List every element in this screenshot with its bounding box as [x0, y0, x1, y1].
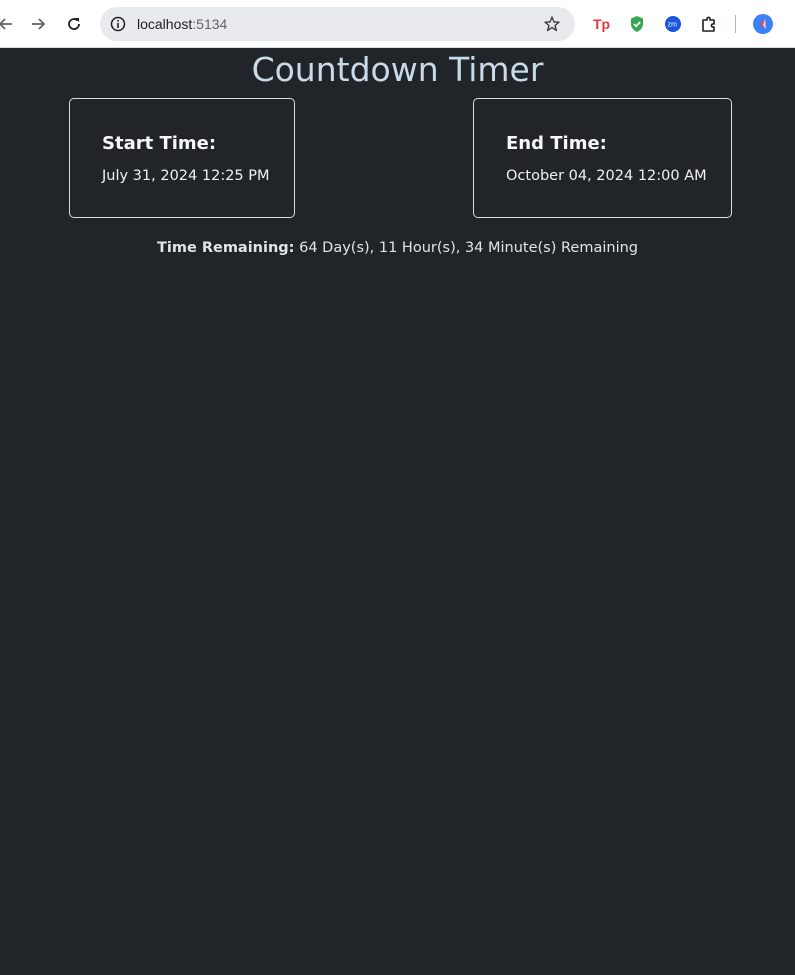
time-remaining-value: 64 Day(s), 11 Hour(s), 34 Minute(s) Rema… [294, 240, 639, 256]
end-time-card: End Time: October 04, 2024 12:00 AM [473, 98, 732, 218]
arrow-right-icon [32, 18, 46, 30]
reload-button[interactable] [62, 12, 86, 36]
bookmark-star-icon[interactable] [543, 15, 561, 33]
toolbar-divider [735, 15, 736, 33]
svg-text:Tp: Tp [593, 16, 610, 32]
profile-icon[interactable] [751, 12, 775, 36]
url-text[interactable]: localhost:5134 [137, 15, 227, 33]
time-remaining-label: Time Remaining: [156, 240, 295, 256]
start-time-card: Start Time: July 31, 2024 12:25 PM [69, 98, 295, 218]
page-content: Countdown Timer Start Time: July 31, 202… [0, 48, 795, 975]
svg-text:zm: zm [668, 22, 678, 29]
arrow-left-icon [0, 18, 12, 30]
start-time-label: Start Time: [102, 133, 217, 154]
tp-extension-icon[interactable]: Tp [589, 12, 613, 36]
back-button[interactable] [0, 12, 18, 36]
forward-button[interactable] [26, 12, 50, 36]
url-port: :5134 [192, 16, 228, 32]
info-icon[interactable] [109, 15, 127, 33]
start-time-value: July 31, 2024 12:25 PM [102, 168, 270, 184]
page-title: Countdown Timer [251, 50, 544, 89]
puzzle-icon[interactable] [697, 12, 721, 36]
end-time-value: October 04, 2024 12:00 AM [506, 168, 707, 184]
shield-check-icon[interactable] [625, 12, 649, 36]
zm-extension-icon[interactable]: zm [661, 12, 685, 36]
url-host: localhost [137, 16, 193, 32]
reload-icon [68, 18, 80, 30]
time-remaining: Time Remaining: 64 Day(s), 11 Hour(s), 3… [0, 239, 795, 257]
address-bar[interactable]: localhost:5134 [100, 7, 575, 41]
browser-toolbar: localhost:5134 Tp zm [0, 0, 795, 48]
end-time-label: End Time: [506, 133, 607, 154]
